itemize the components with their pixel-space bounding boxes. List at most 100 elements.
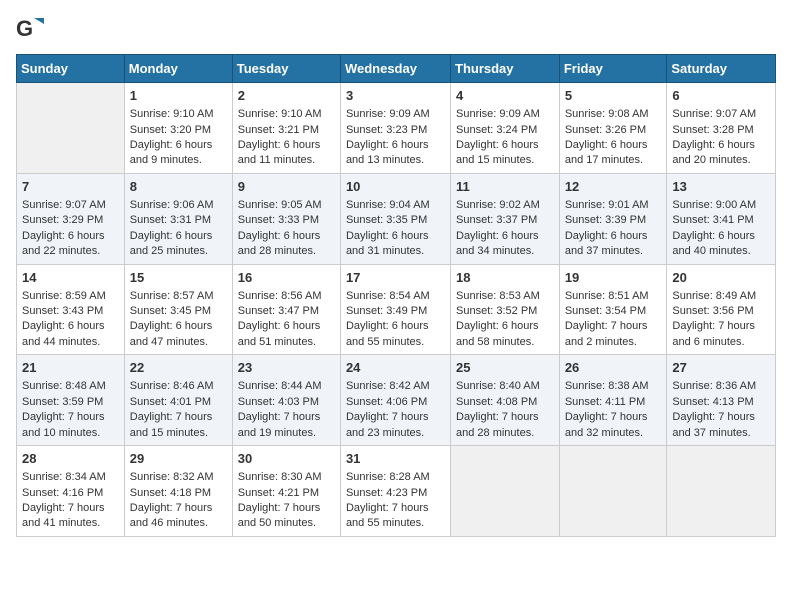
- calendar-cell: 10 Sunrise: 9:04 AM Sunset: 3:35 PM Dayli…: [340, 173, 450, 264]
- day-info: Sunrise: 8:46 AM Sunset: 4:01 PM Dayligh…: [130, 380, 214, 438]
- day-info: Sunrise: 9:08 AM Sunset: 3:26 PM Dayligh…: [565, 108, 649, 166]
- calendar-cell: 22 Sunrise: 8:46 AM Sunset: 4:01 PM Dayli…: [124, 355, 232, 446]
- calendar-cell: 15Sunrise: 8:57 AM Sunset: 3:45 PM Dayli…: [124, 264, 232, 355]
- calendar-header: SundayMondayTuesdayWednesdayThursdayFrid…: [17, 55, 776, 83]
- day-info: Sunrise: 8:56 AM Sunset: 3:47 PM Dayligh…: [238, 290, 322, 348]
- day-number: 7: [22, 178, 119, 196]
- day-number: 1: [130, 87, 227, 105]
- day-info: Sunrise: 8:42 AM Sunset: 4:06 PM Dayligh…: [346, 380, 430, 438]
- day-number: 17: [346, 269, 445, 287]
- calendar-cell: 2 Sunrise: 9:10 AM Sunset: 3:21 PM Daylig…: [232, 83, 340, 174]
- day-info: Sunrise: 9:04 AM Sunset: 3:35 PM Dayligh…: [346, 199, 430, 257]
- day-info: Sunrise: 8:53 AM Sunset: 3:52 PM Dayligh…: [456, 290, 540, 348]
- day-number: 27: [672, 359, 770, 377]
- day-info: Sunrise: 8:40 AM Sunset: 4:08 PM Dayligh…: [456, 380, 540, 438]
- day-info: Sunrise: 9:05 AM Sunset: 3:33 PM Dayligh…: [238, 199, 322, 257]
- calendar-cell: 19 Sunrise: 8:51 AM Sunset: 3:54 PM Dayli…: [559, 264, 667, 355]
- calendar-cell: 25 Sunrise: 8:40 AM Sunset: 4:08 PM Dayli…: [451, 355, 560, 446]
- calendar-cell: 26 Sunrise: 8:38 AM Sunset: 4:11 PM Dayli…: [559, 355, 667, 446]
- day-of-week-sunday: Sunday: [17, 55, 125, 83]
- day-number: 18: [456, 269, 554, 287]
- day-info: Sunrise: 8:44 AM Sunset: 4:03 PM Dayligh…: [238, 380, 322, 438]
- day-info: Sunrise: 8:51 AM Sunset: 3:54 PM Dayligh…: [565, 290, 649, 348]
- day-info: Sunrise: 9:06 AM Sunset: 3:31 PM Dayligh…: [130, 199, 214, 257]
- svg-text:G: G: [16, 16, 33, 41]
- day-info: Sunrise: 9:10 AM Sunset: 3:21 PM Dayligh…: [238, 108, 322, 166]
- day-info: Sunrise: 8:49 AM Sunset: 3:56 PM Dayligh…: [672, 290, 756, 348]
- day-info: Sunrise: 9:07 AM Sunset: 3:29 PM Dayligh…: [22, 199, 106, 257]
- day-info: Sunrise: 8:34 AM Sunset: 4:16 PM Dayligh…: [22, 471, 106, 529]
- calendar-cell: 17Sunrise: 8:54 AM Sunset: 3:49 PM Dayli…: [340, 264, 450, 355]
- day-number: 31: [346, 450, 445, 468]
- calendar-cell: 3Sunrise: 9:09 AM Sunset: 3:23 PM Daylig…: [340, 83, 450, 174]
- day-info: Sunrise: 9:10 AM Sunset: 3:20 PM Dayligh…: [130, 108, 214, 166]
- calendar-cell: 7 Sunrise: 9:07 AM Sunset: 3:29 PM Daylig…: [17, 173, 125, 264]
- calendar-cell: 4Sunrise: 9:09 AM Sunset: 3:24 PM Daylig…: [451, 83, 560, 174]
- day-number: 23: [238, 359, 335, 377]
- day-of-week-tuesday: Tuesday: [232, 55, 340, 83]
- calendar-cell: 29 Sunrise: 8:32 AM Sunset: 4:18 PM Dayli…: [124, 446, 232, 537]
- day-number: 21: [22, 359, 119, 377]
- calendar-cell: 5 Sunrise: 9:08 AM Sunset: 3:26 PM Daylig…: [559, 83, 667, 174]
- calendar-cell: 1 Sunrise: 9:10 AM Sunset: 3:20 PM Daylig…: [124, 83, 232, 174]
- calendar-cell: 13Sunrise: 9:00 AM Sunset: 3:41 PM Dayli…: [667, 173, 776, 264]
- calendar-cell: 30 Sunrise: 8:30 AM Sunset: 4:21 PM Dayli…: [232, 446, 340, 537]
- day-info: Sunrise: 8:32 AM Sunset: 4:18 PM Dayligh…: [130, 471, 214, 529]
- day-info: Sunrise: 8:38 AM Sunset: 4:11 PM Dayligh…: [565, 380, 649, 438]
- calendar-cell: 12Sunrise: 9:01 AM Sunset: 3:39 PM Dayli…: [559, 173, 667, 264]
- calendar-cell: 24 Sunrise: 8:42 AM Sunset: 4:06 PM Dayli…: [340, 355, 450, 446]
- logo-icon: G: [16, 16, 44, 44]
- day-of-week-wednesday: Wednesday: [340, 55, 450, 83]
- calendar-cell: [451, 446, 560, 537]
- day-number: 5: [565, 87, 662, 105]
- day-number: 3: [346, 87, 445, 105]
- day-info: Sunrise: 8:59 AM Sunset: 3:43 PM Dayligh…: [22, 290, 106, 348]
- day-info: Sunrise: 8:36 AM Sunset: 4:13 PM Dayligh…: [672, 380, 756, 438]
- day-number: 10: [346, 178, 445, 196]
- calendar-week-2: 7 Sunrise: 9:07 AM Sunset: 3:29 PM Daylig…: [17, 173, 776, 264]
- logo: G: [16, 16, 48, 44]
- day-number: 8: [130, 178, 227, 196]
- day-number: 11: [456, 178, 554, 196]
- calendar-cell: 9 Sunrise: 9:05 AM Sunset: 3:33 PM Daylig…: [232, 173, 340, 264]
- day-number: 19: [565, 269, 662, 287]
- calendar-week-4: 21Sunrise: 8:48 AM Sunset: 3:59 PM Dayli…: [17, 355, 776, 446]
- calendar-cell: 23 Sunrise: 8:44 AM Sunset: 4:03 PM Dayli…: [232, 355, 340, 446]
- day-number: 2: [238, 87, 335, 105]
- day-of-week-saturday: Saturday: [667, 55, 776, 83]
- calendar-week-1: 1 Sunrise: 9:10 AM Sunset: 3:20 PM Daylig…: [17, 83, 776, 174]
- day-of-week-monday: Monday: [124, 55, 232, 83]
- calendar-table: SundayMondayTuesdayWednesdayThursdayFrid…: [16, 54, 776, 537]
- calendar-body: 1 Sunrise: 9:10 AM Sunset: 3:20 PM Daylig…: [17, 83, 776, 537]
- day-info: Sunrise: 9:00 AM Sunset: 3:41 PM Dayligh…: [672, 199, 756, 257]
- day-number: 26: [565, 359, 662, 377]
- day-number: 9: [238, 178, 335, 196]
- day-number: 25: [456, 359, 554, 377]
- day-info: Sunrise: 9:07 AM Sunset: 3:28 PM Dayligh…: [672, 108, 756, 166]
- day-number: 15: [130, 269, 227, 287]
- calendar-cell: 21Sunrise: 8:48 AM Sunset: 3:59 PM Dayli…: [17, 355, 125, 446]
- calendar-cell: 20Sunrise: 8:49 AM Sunset: 3:56 PM Dayli…: [667, 264, 776, 355]
- calendar-cell: 14 Sunrise: 8:59 AM Sunset: 3:43 PM Dayli…: [17, 264, 125, 355]
- calendar-cell: 11 Sunrise: 9:02 AM Sunset: 3:37 PM Dayli…: [451, 173, 560, 264]
- day-of-week-friday: Friday: [559, 55, 667, 83]
- calendar-cell: 6 Sunrise: 9:07 AM Sunset: 3:28 PM Daylig…: [667, 83, 776, 174]
- day-info: Sunrise: 8:30 AM Sunset: 4:21 PM Dayligh…: [238, 471, 322, 529]
- day-number: 6: [672, 87, 770, 105]
- calendar-cell: 27 Sunrise: 8:36 AM Sunset: 4:13 PM Dayli…: [667, 355, 776, 446]
- calendar-cell: 28Sunrise: 8:34 AM Sunset: 4:16 PM Dayli…: [17, 446, 125, 537]
- day-number: 24: [346, 359, 445, 377]
- day-number: 29: [130, 450, 227, 468]
- day-number: 22: [130, 359, 227, 377]
- day-info: Sunrise: 9:02 AM Sunset: 3:37 PM Dayligh…: [456, 199, 540, 257]
- calendar-cell: [667, 446, 776, 537]
- day-number: 14: [22, 269, 119, 287]
- day-number: 4: [456, 87, 554, 105]
- page-header: G: [16, 16, 776, 44]
- calendar-cell: 8 Sunrise: 9:06 AM Sunset: 3:31 PM Daylig…: [124, 173, 232, 264]
- day-number: 16: [238, 269, 335, 287]
- calendar-cell: [559, 446, 667, 537]
- calendar-week-3: 14 Sunrise: 8:59 AM Sunset: 3:43 PM Dayli…: [17, 264, 776, 355]
- calendar-cell: 16 Sunrise: 8:56 AM Sunset: 3:47 PM Dayli…: [232, 264, 340, 355]
- day-number: 30: [238, 450, 335, 468]
